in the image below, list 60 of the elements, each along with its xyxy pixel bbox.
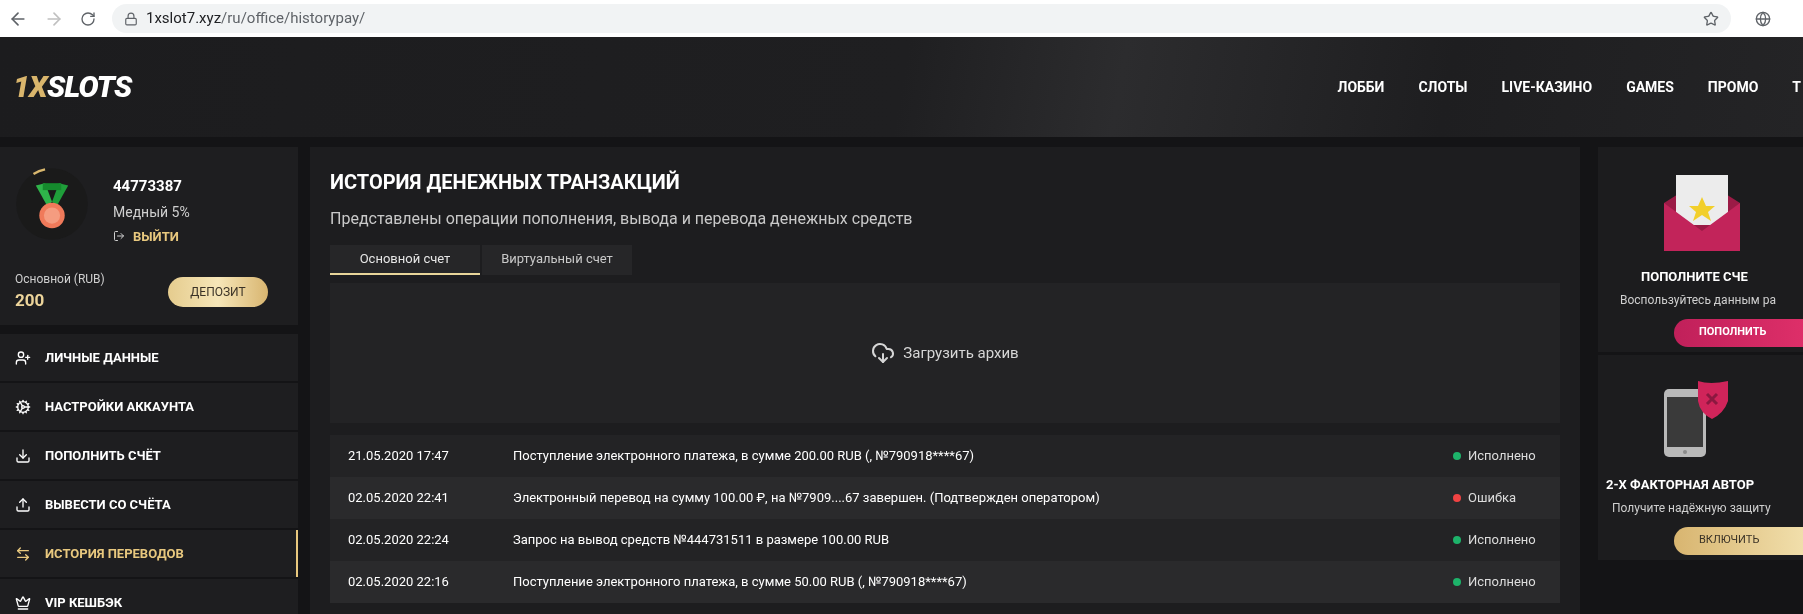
envelope-star-icon [1664,175,1740,251]
status-text: Исполнено [1468,447,1536,466]
globe-icon[interactable] [1755,10,1771,27]
settings-icon [15,398,31,415]
bookmark-star-icon[interactable] [1703,10,1719,27]
upload-icon [15,496,31,513]
sidebar-item[interactable]: ИСТОРИЯ ПЕРЕВОДОВ [0,530,298,577]
balance-label: Основной (RUB) [15,271,105,288]
nav-link[interactable]: Т [1792,76,1801,98]
promo-title: 2-Х ФАКТОРНАЯ АВТОР [1605,476,1755,494]
status-text: Исполнено [1468,573,1536,592]
reload-icon[interactable] [80,10,96,27]
promo-text: Получите надёжную защиту [1611,499,1771,517]
download-archive-link[interactable]: Загрузить архив [903,341,1019,365]
page-subtitle: Представлены операции пополнения, вывода и перевода денежных средств [330,208,914,230]
account-id: 44773387 [113,176,183,197]
promo-button[interactable]: ВКЛЮЧИТЬ [1674,526,1803,555]
logo[interactable]: 1XSLOTS [13,72,132,102]
page-title: ИСТОРИЯ ДЕНЕЖНЫХ ТРАНЗАКЦИЙ [330,169,681,196]
medal-icon [15,167,89,241]
cloud-download-icon [871,341,896,365]
transfer-icon [15,545,31,562]
promo-title: ПОПОЛНИТЕ СЧЕ [1640,268,1748,286]
logout-icon [113,230,125,243]
loyalty-level: Медный 5% [113,202,190,222]
sidebar-item[interactable]: ЛИЧНЫЕ ДАННЫЕ [0,334,298,381]
nav-link[interactable]: СЛОТЫ [1418,76,1468,98]
deposit-button[interactable]: ДЕПОЗИТ [168,276,268,307]
sidebar-item[interactable]: VIP КЕШБЭК [0,579,298,614]
balance-amount: 200 [15,289,46,312]
status-text: Ошибка [1468,489,1517,508]
date-cell-text: 21.05.2020 17:47 [347,447,450,466]
account-tab[interactable]: Виртуальный счет [482,245,632,275]
date-cell-text: 02.05.2020 22:16 [347,573,450,592]
promo-text: Воспользуйтесь данным ра [1619,291,1776,309]
nav-link[interactable]: GAMES [1626,76,1674,98]
nav-link[interactable]: ПРОМО [1707,76,1759,98]
phone-shield-icon [1664,381,1730,459]
nav-link[interactable]: ЛОББИ [1337,76,1385,98]
account-tab[interactable]: Основной счет [330,245,480,275]
sidebar-item[interactable]: ВЫВЕСТИ СО СЧЁТА [0,481,298,528]
lock-icon [124,11,138,26]
description-cell-text: Поступление электронного платежа, в сумме 200.00 RUB (, №790918****67) [512,447,976,466]
description-cell-text: Электронный перевод на сумму 100.00 ₽, на №7909....67 завершен. (Подтвержден оператором) [512,489,1101,508]
address-bar[interactable]: 1xslot7.xyz/ru/office/historypay/ [112,4,1731,33]
download-icon [15,447,31,464]
nav-link[interactable]: LIVE-КАЗИНО [1501,76,1593,98]
description-cell-text: Поступление электронного платежа, в сумме 50.00 RUB (, №790918****67) [512,573,968,592]
sidebar-item[interactable]: НАСТРОЙКИ АККАУНТА [0,383,298,430]
crown-icon [15,594,31,611]
user-icon [15,349,31,366]
description-cell-text: Запрос на вывод средств №444731511 в размере 100.00 RUB [512,531,891,550]
sidebar-item[interactable]: ПОПОЛНИТЬ СЧЁТ [0,432,298,479]
promo-button[interactable]: ПОПОЛНИТЬ [1674,318,1803,347]
status-text: Исполнено [1468,531,1536,550]
date-cell-text: 02.05.2020 22:24 [347,531,450,550]
logout-link[interactable]: ВЫЙТИ [133,226,179,246]
date-cell-text: 02.05.2020 22:41 [347,489,450,508]
url-host: 1xslot7.xyz [146,8,222,30]
url-path: /ru/office/historypay/ [221,8,366,30]
